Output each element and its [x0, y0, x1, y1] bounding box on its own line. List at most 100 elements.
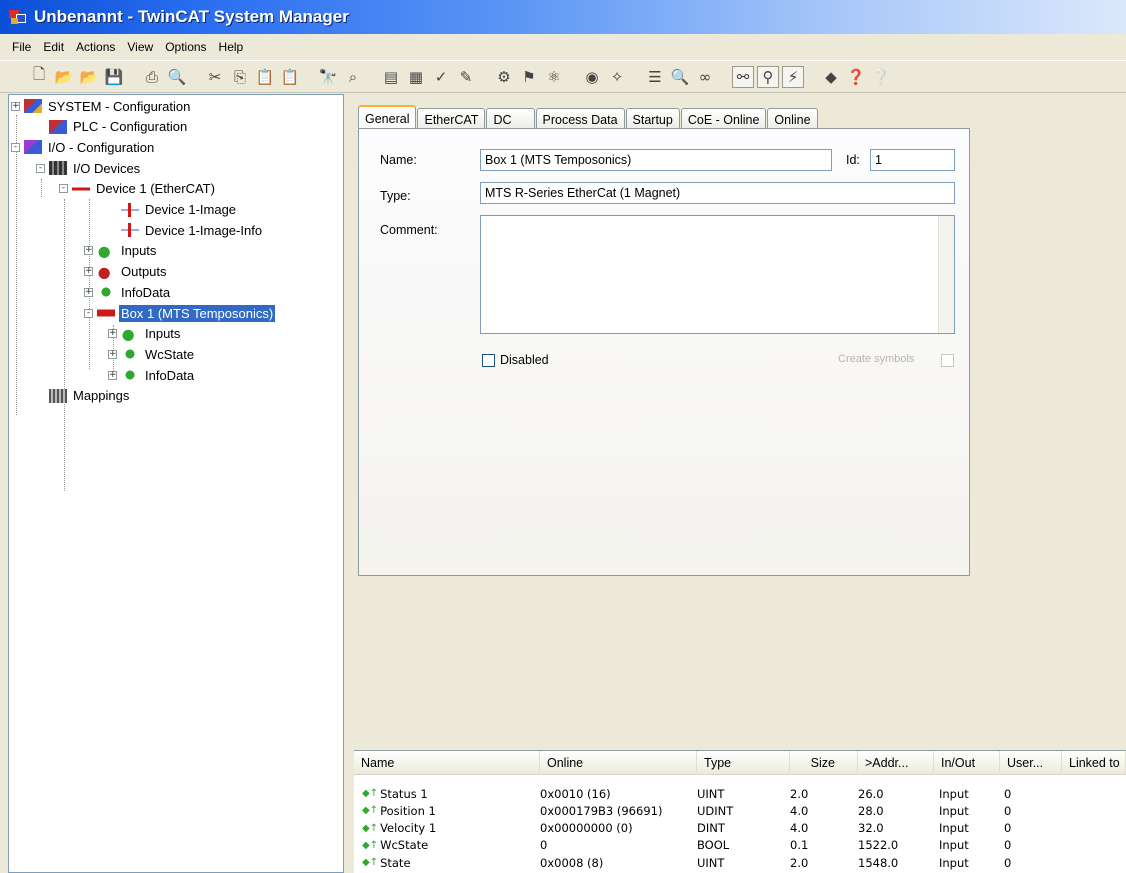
generate-mappings-button[interactable]: ▤ [380, 66, 402, 88]
menu-edit[interactable]: Edit [37, 40, 70, 54]
expand-icon[interactable]: + [84, 287, 93, 297]
scan-icon: ⚛ [547, 67, 561, 86]
menu-help[interactable]: Help [213, 40, 250, 54]
disabled-checkbox[interactable] [482, 354, 495, 367]
tab-online[interactable]: Online [767, 108, 818, 130]
tab-startup[interactable]: Startup [625, 108, 680, 130]
paste-special-button[interactable]: 📋 [279, 66, 301, 88]
menu-view[interactable]: View [121, 40, 159, 54]
comment-scrollbar[interactable] [938, 216, 954, 333]
variable-cell-text: 0 [1004, 803, 1012, 818]
collapse-icon[interactable]: - [59, 184, 68, 194]
column-header[interactable]: Name [354, 751, 540, 775]
tree-node-label: InfoData [121, 284, 171, 300]
set-run-button[interactable]: ⚙ [493, 66, 515, 88]
tree-node[interactable]: + Inputs [84, 241, 158, 261]
tree-node[interactable]: + SYSTEM - Configuration [11, 96, 192, 116]
collapse-icon[interactable]: - [36, 163, 45, 173]
variable-row[interactable]: ◆↑ Status 1 0x0010 (16) UINT 2.0 26.0 Input 0 [354, 785, 1126, 802]
tree-node[interactable]: - I/O - Configuration [11, 137, 156, 157]
open-button[interactable]: 📂 [53, 66, 75, 88]
tree-node[interactable]: Device 1-Image [108, 200, 238, 220]
tab-ethercat[interactable]: EtherCAT [417, 108, 486, 130]
collapse-icon[interactable]: - [84, 308, 93, 318]
list-button[interactable]: ☰ [644, 66, 666, 88]
menu-file[interactable]: File [6, 40, 37, 54]
tree-node[interactable]: + InfoData [84, 282, 172, 302]
open-folder-button[interactable]: 📂 [78, 66, 100, 88]
online-button[interactable]: ⚡ [782, 65, 804, 88]
tree-node[interactable]: + InfoData [108, 365, 196, 385]
zoom-button[interactable]: 🔍 [669, 66, 691, 88]
save-button[interactable]: 💾 [103, 66, 125, 88]
column-header[interactable]: User... [1000, 751, 1062, 775]
tree-node[interactable]: Device 1-Image-Info [108, 220, 264, 240]
inputs-icon [97, 243, 115, 258]
tree-node[interactable]: + Outputs [84, 262, 169, 282]
context-help-button[interactable]: ❔ [870, 66, 892, 88]
tree-node[interactable]: - Box 1 (MTS Temposonics) [84, 303, 276, 323]
help-button[interactable]: ❓ [845, 66, 867, 88]
id-field[interactable]: 1 [870, 149, 955, 171]
variable-row[interactable]: ◆↑ Velocity 1 0x00000000 (0) DINT 4.0 32.0 Inp… [354, 820, 1126, 837]
expand-icon[interactable]: + [84, 267, 93, 277]
target-button[interactable]: ◉ [581, 66, 603, 88]
infodata-icon [97, 285, 115, 300]
column-header[interactable]: Linked to [1062, 751, 1126, 775]
tree-node[interactable]: - I/O Devices [36, 158, 142, 178]
variable-row[interactable]: ◆↑ WcState 0 BOOL 0.1 1522.0 Input 0 [354, 837, 1126, 854]
find-next-button[interactable]: ⌕ [342, 66, 364, 88]
variable-button[interactable]: ∞ [694, 66, 716, 88]
free-run-button[interactable]: ⚲ [757, 65, 779, 88]
restart-button[interactable]: ✎ [455, 66, 477, 88]
activate-config-button[interactable]: ✓ [430, 66, 452, 88]
copy-button[interactable]: ⎘ [229, 66, 251, 88]
variables-listview: Name Online Type Size >Addr... In/Out User... L… [354, 750, 1126, 873]
tab-process-data[interactable]: Process Data [535, 108, 625, 130]
scan-button[interactable]: ⚛ [543, 66, 565, 88]
variable-cell: 0 [1004, 854, 1011, 871]
column-header[interactable]: In/Out [934, 751, 1000, 775]
set-config-button[interactable]: ⚑ [518, 66, 540, 88]
variable-cell-text: BOOL [697, 838, 730, 853]
inputs-icon [121, 326, 139, 341]
config-tree[interactable]: + SYSTEM - Configuration PLC - Configurati… [8, 94, 344, 873]
expand-icon[interactable]: + [108, 349, 117, 359]
tree-node[interactable]: Mappings [36, 386, 131, 406]
tab-coe-online[interactable]: CoE - Online [680, 108, 767, 130]
tree-node[interactable]: PLC - Configuration [36, 117, 189, 137]
expand-icon[interactable]: + [84, 246, 93, 256]
tree-node[interactable]: + WcState [108, 344, 196, 364]
variable-cell-text: 1548.0 [858, 855, 899, 870]
expand-icon[interactable]: + [11, 101, 20, 111]
menu-actions[interactable]: Actions [70, 40, 121, 54]
check-config-button[interactable]: ▦ [405, 66, 427, 88]
menu-options[interactable]: Options [159, 40, 212, 54]
expand-icon[interactable]: + [108, 329, 117, 339]
find-button[interactable]: 🔭 [317, 66, 339, 88]
variable-row[interactable]: ◆↑ Position 1 0x000179B3 (96691) UDINT 4.0 28… [354, 802, 1126, 819]
type-field[interactable]: MTS R-Series EtherCat (1 Magnet) [480, 182, 955, 204]
cut-button[interactable]: ✂ [204, 66, 226, 88]
help-book-button[interactable]: ◆ [820, 66, 842, 88]
tab-dc[interactable]: DC [486, 108, 535, 130]
print-button[interactable]: ⎙ [141, 66, 163, 88]
network-button[interactable]: ✧ [606, 66, 628, 88]
expand-icon[interactable]: + [108, 370, 117, 380]
box-icon [97, 306, 115, 320]
column-header[interactable]: Type [697, 751, 790, 775]
tree-node[interactable]: + Inputs [108, 324, 182, 344]
collapse-icon[interactable]: - [11, 142, 20, 152]
watch-button[interactable]: ⚯ [732, 65, 754, 88]
comment-textarea[interactable] [480, 215, 955, 334]
variable-row[interactable]: ◆↑ State 0x0008 (8) UINT 2.0 1548.0 Input 0 [354, 854, 1126, 871]
column-header[interactable]: Online [540, 751, 697, 775]
new-button[interactable]: 🗋 [28, 65, 50, 88]
paste-button[interactable]: 📋 [254, 66, 276, 88]
print-preview-button[interactable]: 🔍 [166, 66, 188, 88]
tree-node[interactable]: - Device 1 (EtherCAT) [59, 179, 217, 199]
name-field[interactable]: Box 1 (MTS Temposonics) [480, 149, 832, 171]
create-symbols-checkbox[interactable] [941, 354, 954, 367]
column-header[interactable]: Size [790, 751, 858, 775]
column-header[interactable]: >Addr... [858, 751, 934, 775]
